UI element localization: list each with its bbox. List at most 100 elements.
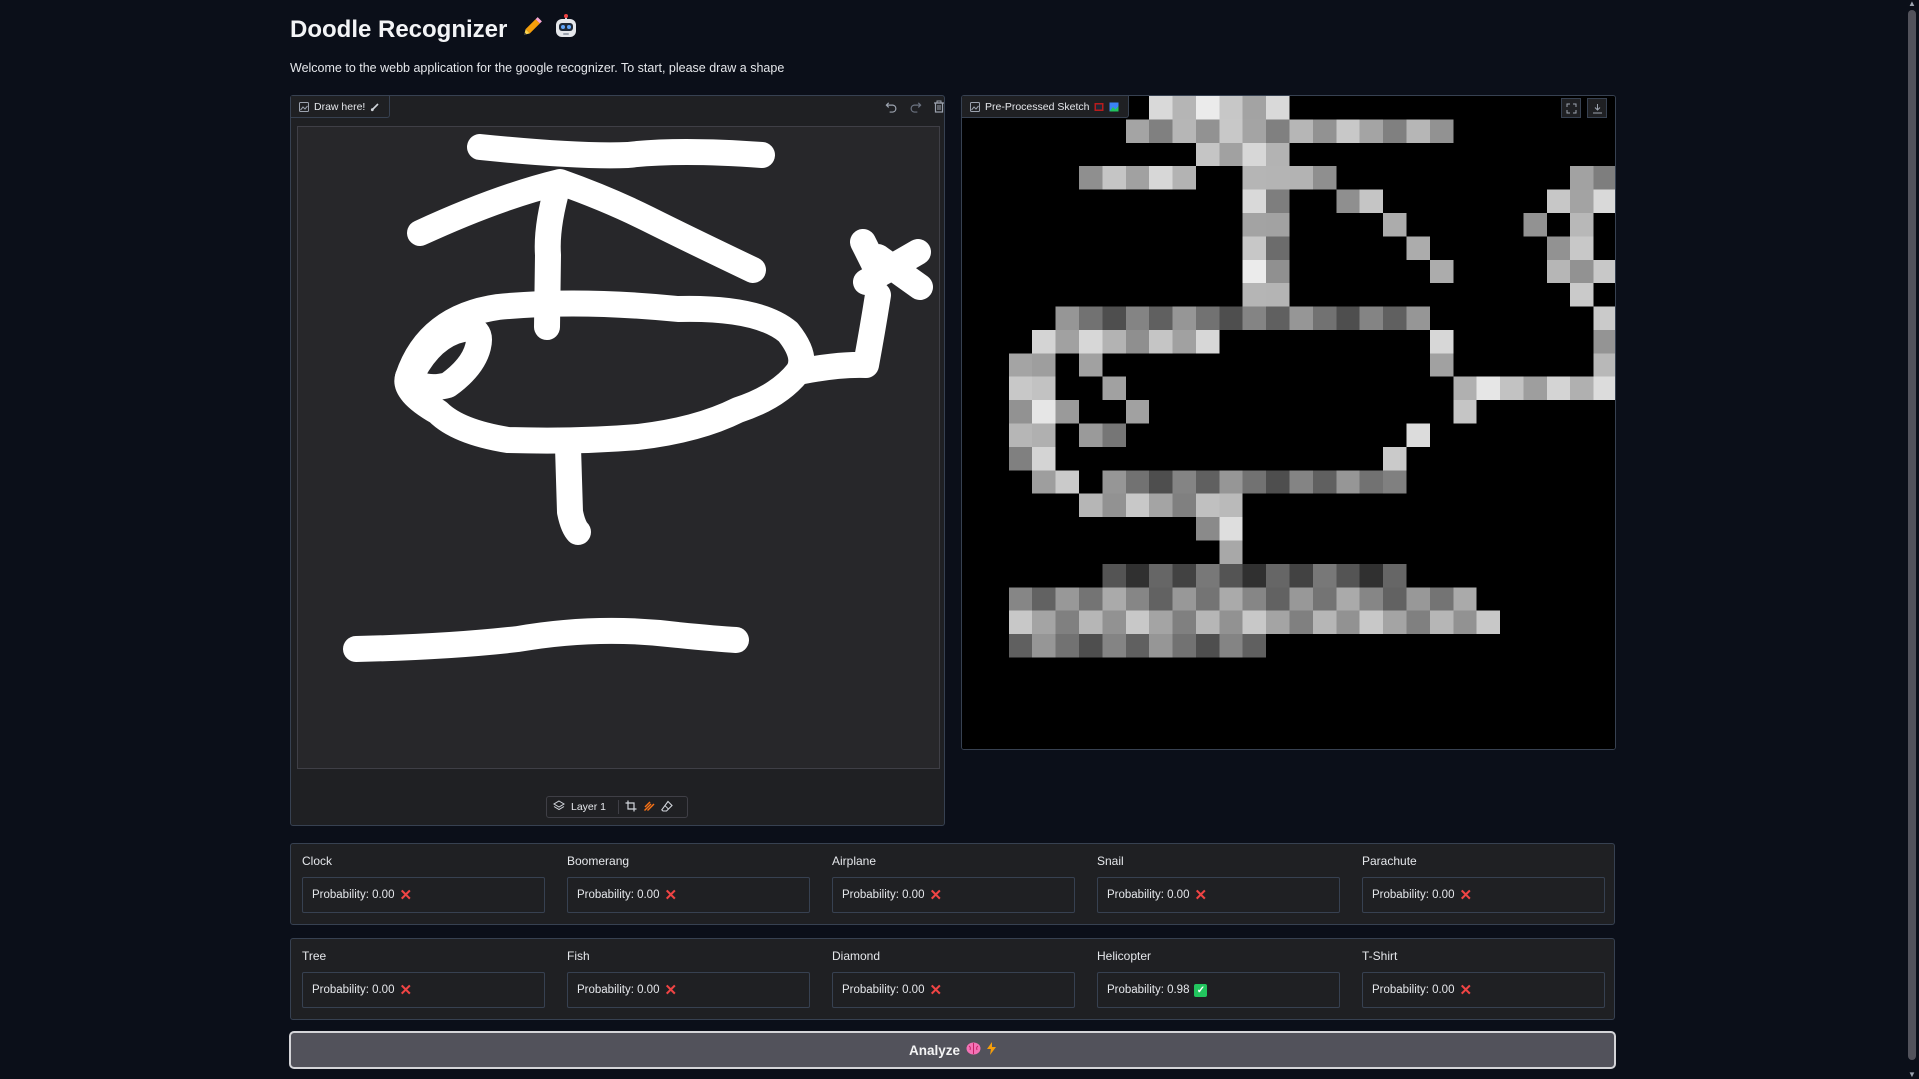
prediction-value-box: Probability: 0.00 ✕ [832,877,1075,913]
prediction-label: Snail [1097,854,1124,868]
sketch-pixel [1032,610,1056,635]
brush-tool-icon[interactable] [643,800,655,815]
sketch-pixel [1242,587,1267,611]
redo-icon[interactable] [907,98,923,114]
sketch-pixel [1242,236,1267,260]
sketch-pixel [1125,610,1150,635]
analyze-button-label: Analyze [908,1042,961,1058]
sketch-pixel [1570,189,1594,213]
prediction-label: Fish [567,949,590,963]
prediction-label: Helicopter [1097,949,1152,963]
drawing-canvas[interactable] [297,126,940,769]
sketch-pixel [1266,236,1290,260]
sketch-pixel [1242,142,1267,167]
download-icon[interactable] [1587,98,1607,118]
sketch-pixel [1219,96,1243,120]
sketch-pixel [1570,283,1594,307]
sketch-pixel [1266,610,1290,635]
sketch-pixel [1125,329,1150,354]
cross-mark-icon: ✕ [1194,886,1208,904]
sketch-pixel [1149,119,1173,143]
sketch-pixel [1055,587,1079,611]
fullscreen-icon[interactable] [1561,98,1581,118]
prediction-value: Probability: 0.00 [312,889,395,901]
sketch-pixel [1383,446,1407,471]
scroll-down-arrow[interactable]: ▼ [1908,1071,1916,1079]
sketch-pixel [1172,119,1196,143]
sketch-pixel [1102,587,1126,611]
layer-label[interactable]: Layer 1 [571,801,606,813]
sketch-pixel [1008,400,1033,424]
sketch-pixel [1008,423,1033,447]
sketch-pixel [1195,493,1220,518]
sketch-pixel [1266,563,1290,588]
undo-icon[interactable] [883,98,899,114]
trash-icon[interactable] [931,98,947,114]
prediction-label: Boomerang [567,854,630,868]
sketch-pixel [1195,587,1220,611]
prediction-snail: Snail Probability: 0.00 ✕ [1097,844,1340,924]
crop-icon[interactable] [625,800,637,815]
image-icon [970,101,980,112]
sketch-pixel [1008,446,1033,471]
sketch-pixel [1429,259,1454,284]
sketch-pixel [1266,142,1290,167]
prediction-airplane: Airplane Probability: 0.00 ✕ [832,844,1075,924]
eraser-icon[interactable] [661,800,673,815]
sketch-pixel [1008,587,1033,611]
sketch-pixel [1055,329,1079,354]
analyze-button[interactable]: Analyze [289,1031,1616,1069]
sketch-pixel [1219,306,1243,330]
sketch-pixel [1149,329,1173,354]
sketch-pixel [1008,610,1033,635]
scroll-up-arrow[interactable]: ▲ [1908,0,1916,8]
sketch-pixel [1453,376,1477,401]
pixelated-sketch-image [962,96,1615,749]
sketch-pixel [1219,587,1243,611]
scrollbar-thumb[interactable] [1908,10,1916,1060]
sketch-pixel [1289,119,1313,143]
prediction-label: T-Shirt [1362,949,1398,963]
prediction-label: Parachute [1362,854,1417,868]
sketch-pixel [1570,236,1594,260]
layers-icon[interactable] [553,799,565,815]
sketch-pixel [1219,610,1243,635]
prediction-value: Probability: 0.00 [1372,889,1455,901]
sketch-pixel [1266,470,1290,494]
cross-mark-icon: ✕ [929,981,943,999]
sketch-pixel [1102,166,1126,190]
sketch-pixel [1383,212,1407,237]
sketch-pixel [1172,610,1196,635]
prediction-value: Probability: 0.00 [312,984,395,996]
scrollbar[interactable]: ▲ ▼ [1905,0,1919,1079]
sketch-pixel [1242,470,1267,494]
check-mark-icon: ✓ [1194,983,1208,997]
preview-toolbar [1561,98,1607,118]
sketch-pixel [1032,446,1056,471]
prediction-value-box: Probability: 0.98 ✓ [1097,972,1340,1008]
sketch-pixel [1172,166,1196,190]
sketch-pixel [1266,189,1290,213]
sketch-pixel [1149,587,1173,611]
sketch-pixel [1289,470,1313,494]
sketch-pixel [1383,563,1407,588]
sketch-pixel [1453,587,1477,611]
sketch-pixel [1242,96,1267,120]
sketch-pixel [1102,493,1126,518]
sketch-pixel [1359,119,1384,143]
cross-mark-icon: ✕ [1459,981,1473,999]
sketch-pixel [1570,376,1594,401]
sketch-pixel [1266,212,1290,237]
sketch-pixel [1359,306,1384,330]
sketch-pixel [1102,610,1126,635]
page-title: Doodle Recognizer [290,14,579,47]
prediction-value: Probability: 0.00 [842,984,925,996]
sketch-pixel [1593,189,1615,213]
prediction-label: Clock [302,854,333,868]
prediction-parachute: Parachute Probability: 0.00 ✕ [1362,844,1605,924]
brush-icon [370,102,380,112]
sketch-pixel [1289,587,1313,611]
sketch-pixel [1125,119,1150,143]
sketch-pixel [1172,493,1196,518]
sketch-pixel [1500,376,1524,401]
